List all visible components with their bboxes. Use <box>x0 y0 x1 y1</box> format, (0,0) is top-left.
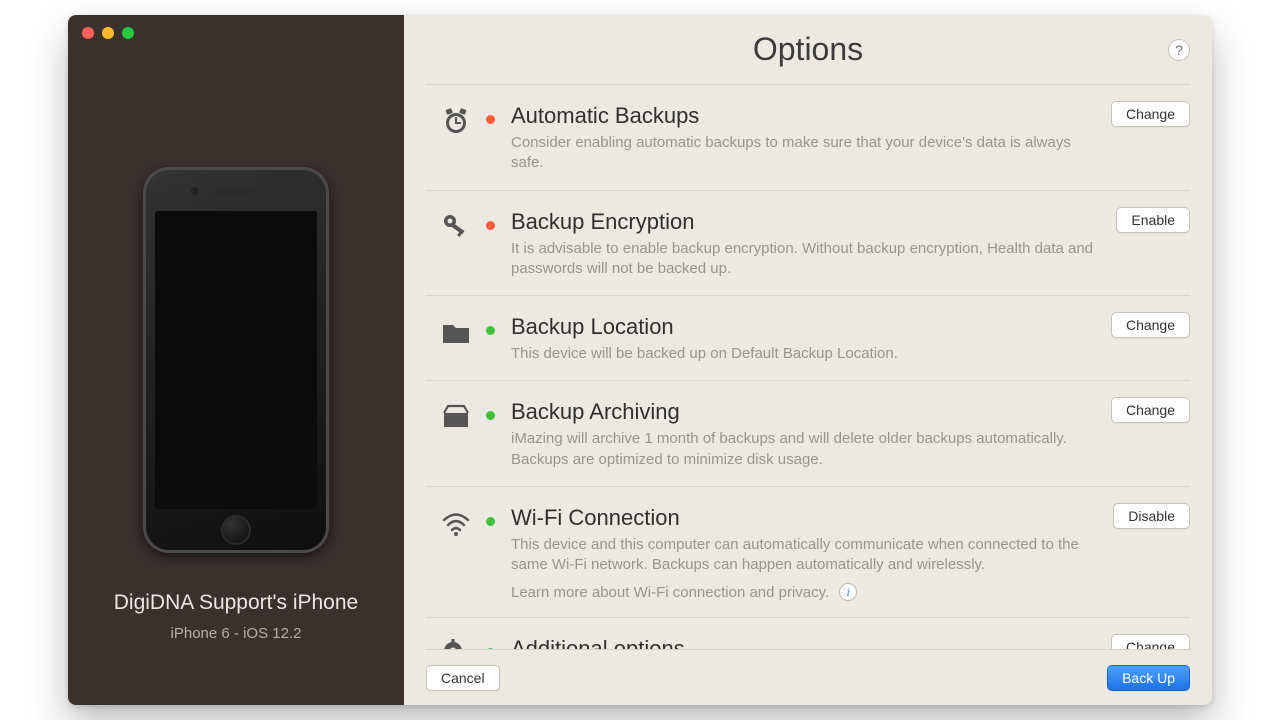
device-model-label: iPhone 6 - iOS 12.2 <box>171 625 302 642</box>
row-backup-encryption: Backup Encryption It is advisable to ena… <box>426 191 1190 297</box>
help-button[interactable]: ? <box>1168 39 1190 61</box>
status-indicator <box>486 411 495 420</box>
learn-more-text: Learn more about Wi-Fi connection and pr… <box>511 584 829 601</box>
row-title: Backup Encryption <box>511 209 1094 235</box>
options-list: Automatic Backups Consider enabling auto… <box>426 85 1190 649</box>
row-title: Wi-Fi Connection <box>511 505 1094 531</box>
device-name-label: DigiDNA Support's iPhone <box>114 591 358 615</box>
disable-button[interactable]: Disable <box>1113 503 1190 529</box>
status-indicator <box>486 517 495 526</box>
status-indicator <box>486 648 495 649</box>
change-button[interactable]: Change <box>1111 101 1190 127</box>
folder-icon <box>440 316 472 346</box>
clock-icon <box>440 105 472 135</box>
minimize-window-button[interactable] <box>102 27 114 39</box>
archive-icon <box>440 401 472 431</box>
status-indicator <box>486 221 495 230</box>
change-button[interactable]: Change <box>1111 312 1190 338</box>
page-title: Options <box>753 31 863 68</box>
row-title: Additional options <box>511 636 1094 649</box>
row-title: Backup Location <box>511 314 1094 340</box>
row-description: iMazing will archive 1 month of backups … <box>511 429 1094 470</box>
row-title: Automatic Backups <box>511 103 1094 129</box>
wifi-icon <box>440 507 472 537</box>
footer-bar: Cancel Back Up <box>426 649 1190 705</box>
fullscreen-window-button[interactable] <box>122 27 134 39</box>
row-automatic-backups: Automatic Backups Consider enabling auto… <box>426 85 1190 191</box>
row-backup-archiving: Backup Archiving iMazing will archive 1 … <box>426 381 1190 487</box>
device-sidebar: DigiDNA Support's iPhone iPhone 6 - iOS … <box>68 15 404 705</box>
change-button[interactable]: Change <box>1111 397 1190 423</box>
row-description: It is advisable to enable backup encrypt… <box>511 239 1094 280</box>
cancel-button[interactable]: Cancel <box>426 665 500 691</box>
window-controls <box>82 27 134 39</box>
main-panel: Options ? Automatic Backups Consider ena… <box>404 15 1212 705</box>
gear-icon <box>440 638 472 649</box>
close-window-button[interactable] <box>82 27 94 39</box>
status-indicator <box>486 326 495 335</box>
row-description: Consider enabling automatic backups to m… <box>511 133 1094 174</box>
key-icon <box>440 211 472 241</box>
row-backup-location: Backup Location This device will be back… <box>426 296 1190 381</box>
backup-button[interactable]: Back Up <box>1107 665 1190 691</box>
status-indicator <box>486 115 495 124</box>
app-window: DigiDNA Support's iPhone iPhone 6 - iOS … <box>68 15 1212 705</box>
device-preview: DigiDNA Support's iPhone iPhone 6 - iOS … <box>114 167 358 642</box>
row-description: This device will be backed up on Default… <box>511 344 1094 364</box>
panel-header: Options ? <box>426 15 1190 85</box>
row-description: This device and this computer can automa… <box>511 535 1094 576</box>
change-button[interactable]: Change <box>1111 634 1190 649</box>
enable-button[interactable]: Enable <box>1116 207 1190 233</box>
phone-illustration <box>143 167 329 553</box>
row-additional-options: Additional options Low battery notificat… <box>426 618 1190 649</box>
info-button[interactable]: i <box>839 583 857 601</box>
row-title: Backup Archiving <box>511 399 1094 425</box>
row-wifi-connection: Wi-Fi Connection This device and this co… <box>426 487 1190 619</box>
